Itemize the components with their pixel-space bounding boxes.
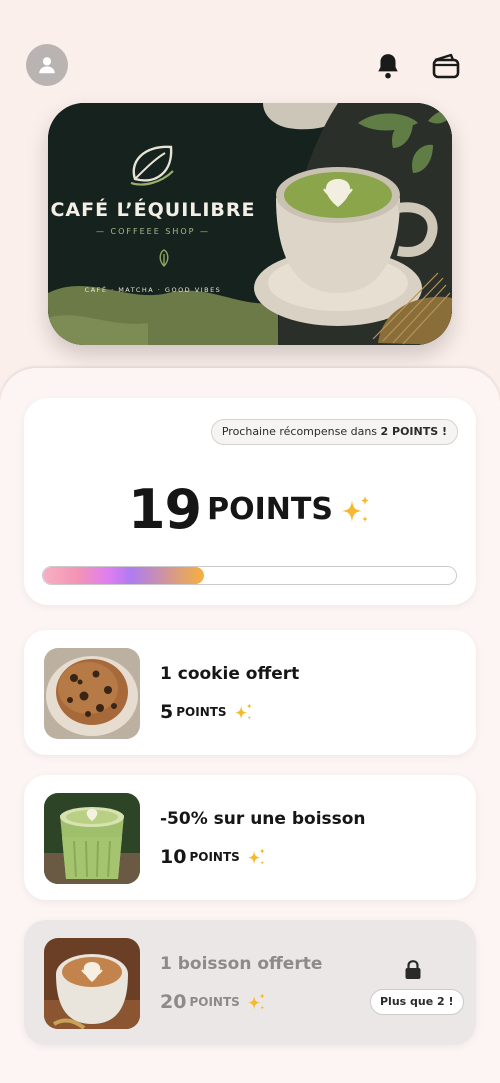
remaining-points-badge: Plus que 2 !: [370, 989, 464, 1015]
reward-cost-unit: POINTS: [189, 995, 240, 1009]
reward-title: -50% sur une boisson: [160, 809, 366, 829]
wallet-icon: [432, 53, 460, 79]
brand-block: CAFÉ L’ÉQUILIBRE — COFFEEE SHOP —: [48, 153, 258, 236]
brand-subtitle: — COFFEEE SHOP —: [95, 227, 211, 236]
reward-card-cookie[interactable]: 1 cookie offert 5 POINTS: [24, 630, 476, 755]
next-reward-points: 2 POINTS !: [380, 425, 447, 438]
reward-cost-value: 5: [160, 701, 174, 723]
lock-icon: [405, 960, 421, 979]
next-reward-text: Prochaine récompense dans: [221, 425, 381, 438]
points-unit: POINTS: [207, 492, 333, 527]
next-reward-pill: Prochaine récompense dans 2 POINTS !: [210, 419, 458, 445]
cookie-image: [44, 648, 140, 739]
reward-cost: 5 POINTS: [160, 701, 254, 723]
notifications-button[interactable]: [370, 48, 406, 84]
points-progress-fill: [43, 567, 205, 584]
reward-cost: 20 POINTS: [160, 991, 267, 1013]
reward-cost-value: 10: [160, 846, 187, 868]
reward-card-free-drink[interactable]: 1 boisson offerte 20 POINTS Plus que 2 !: [24, 920, 476, 1045]
latte-art-image: [44, 938, 140, 1029]
user-icon: [39, 57, 55, 74]
reward-title: 1 cookie offert: [160, 664, 300, 684]
sparkle-icon: [247, 848, 265, 865]
reward-cost-value: 20: [160, 991, 187, 1013]
sparkle-icon: [234, 703, 252, 720]
hero-banner: CAFÉ L’ÉQUILIBRE — COFFEEE SHOP — CAFÉ ·…: [48, 103, 452, 345]
points-total: 19 POINTS: [24, 478, 476, 541]
wallet-button[interactable]: [428, 48, 464, 84]
matcha-latte-image: [44, 793, 140, 884]
bell-icon: [378, 54, 398, 79]
sparkle-icon: [247, 993, 265, 1010]
brand-tagline: CAFÉ · MATCHA · GOOD VIBES: [84, 286, 222, 294]
avatar[interactable]: [26, 44, 68, 86]
reward-cost-unit: POINTS: [176, 705, 227, 719]
reward-cost-unit: POINTS: [189, 850, 240, 864]
brand-name: CAFÉ L’ÉQUILIBRE: [50, 199, 256, 221]
reward-title: 1 boisson offerte: [160, 954, 323, 974]
points-progress-bar: [42, 566, 457, 585]
sparkle-icon: [342, 495, 370, 522]
reward-cost: 10 POINTS: [160, 846, 267, 868]
points-card: Prochaine récompense dans 2 POINTS ! 19 P…: [24, 398, 476, 605]
reward-card-discount[interactable]: -50% sur une boisson 10 POINTS: [24, 775, 476, 900]
points-value: 19: [127, 478, 202, 541]
